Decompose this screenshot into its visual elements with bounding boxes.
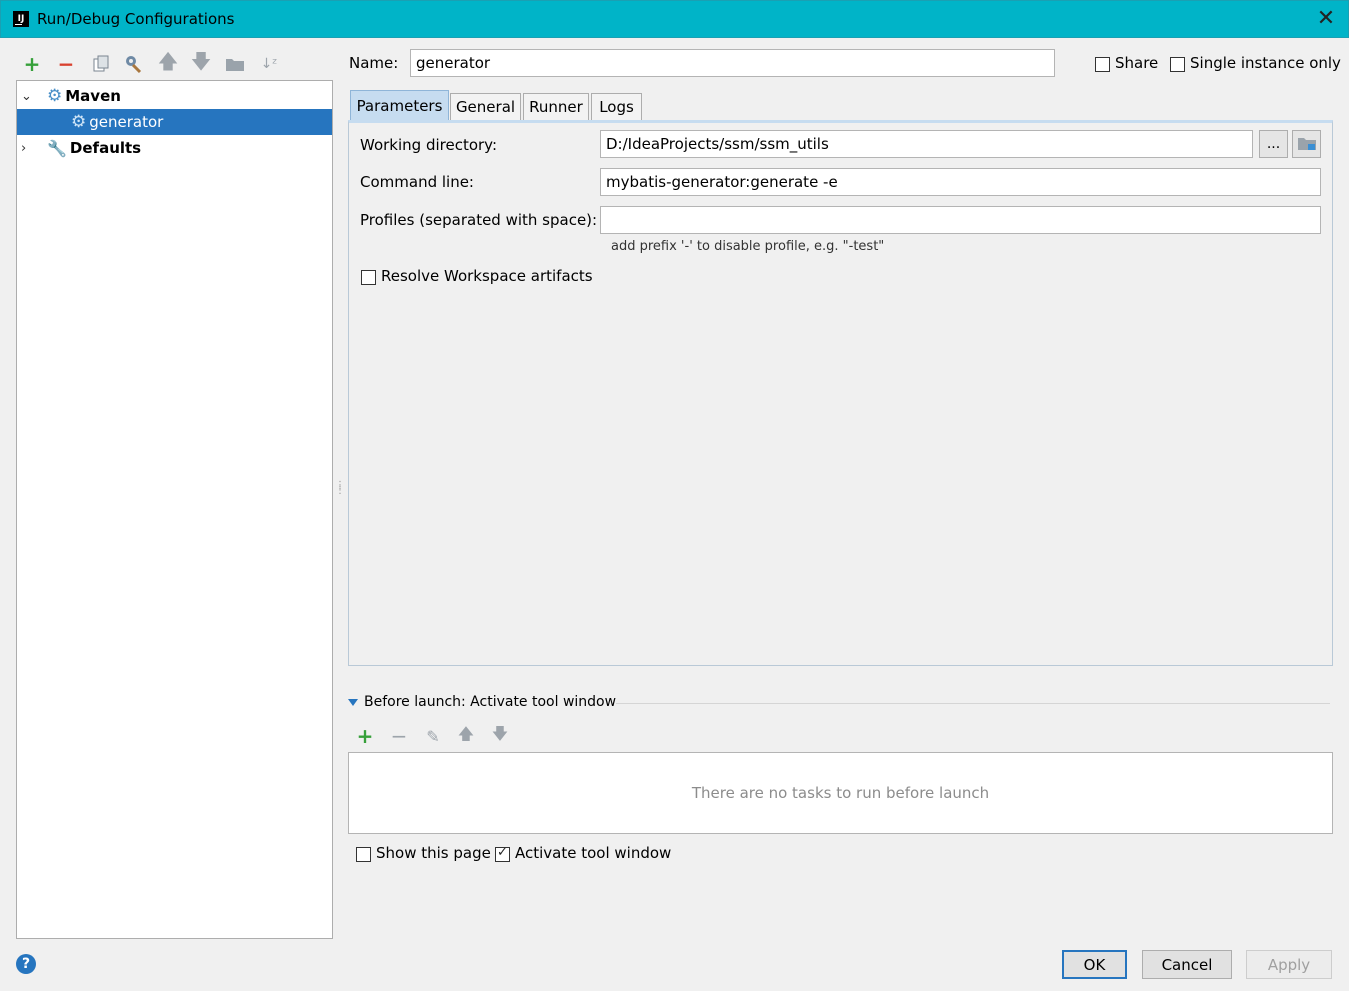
tab-general[interactable]: General: [450, 93, 521, 120]
command-line-label: Command line:: [360, 173, 474, 191]
name-label: Name:: [349, 54, 399, 72]
tree-item-generator[interactable]: ⚙ generator: [17, 109, 332, 135]
tree-item-maven[interactable]: ⌄ ⚙ Maven: [17, 83, 332, 109]
command-line-input[interactable]: mybatis-generator:generate -e: [600, 168, 1321, 196]
share-label[interactable]: Share: [1115, 54, 1158, 72]
apply-button[interactable]: Apply: [1246, 950, 1332, 979]
browse-button[interactable]: ...: [1259, 130, 1288, 158]
show-page-checkbox[interactable]: [356, 847, 371, 862]
resolve-workspace-label[interactable]: Resolve Workspace artifacts: [381, 267, 593, 285]
maven-gear-icon: ⚙: [47, 86, 63, 106]
collapse-triangle-icon[interactable]: [348, 698, 358, 706]
close-icon[interactable]: ✕: [1314, 7, 1338, 31]
tree-item-defaults[interactable]: › 🔧 Defaults: [17, 135, 332, 161]
edit-task-icon[interactable]: ✎: [422, 724, 444, 748]
module-directory-button[interactable]: [1292, 130, 1321, 158]
tab-runner[interactable]: Runner: [523, 93, 589, 120]
working-directory-input[interactable]: D:/IdeaProjects/ssm/ssm_utils: [600, 130, 1253, 158]
copy-icon[interactable]: [89, 52, 113, 76]
activate-tool-window-checkbox[interactable]: [495, 845, 510, 862]
remove-icon[interactable]: −: [54, 52, 78, 76]
folder-icon[interactable]: [223, 52, 247, 76]
tab-logs[interactable]: Logs: [591, 93, 642, 120]
before-launch-task-list[interactable]: There are no tasks to run before launch: [348, 752, 1333, 834]
profiles-label: Profiles (separated with space):: [360, 211, 598, 229]
move-down-icon[interactable]: 🡇: [189, 49, 213, 76]
splitter-handle[interactable]: ⋮ ⋮: [335, 481, 345, 503]
show-page-label[interactable]: Show this page: [376, 844, 491, 862]
gear-icon: ⚙: [71, 112, 87, 132]
activate-tool-window-label[interactable]: Activate tool window: [515, 844, 671, 862]
folder-module-icon: [1297, 138, 1316, 150]
empty-tasks-text: There are no tasks to run before launch: [691, 784, 990, 802]
tree-item-label: generator: [89, 113, 164, 131]
window-title: Run/Debug Configurations: [37, 10, 235, 28]
edit-defaults-icon[interactable]: [122, 52, 146, 76]
name-input[interactable]: generator: [410, 49, 1055, 77]
before-launch-header[interactable]: Before launch: Activate tool window: [348, 694, 616, 710]
help-icon[interactable]: ?: [16, 954, 36, 974]
tree-item-label: Maven: [65, 87, 121, 105]
configuration-tree[interactable]: ⌄ ⚙ Maven ⚙ generator › 🔧 Defaults: [16, 80, 333, 939]
working-directory-label: Working directory:: [360, 136, 498, 154]
add-icon[interactable]: +: [20, 52, 44, 76]
move-task-up-icon[interactable]: 🡅: [455, 724, 477, 748]
parameters-panel: [348, 120, 1333, 666]
divider: [616, 703, 1330, 704]
single-instance-checkbox[interactable]: [1170, 57, 1185, 72]
share-checkbox[interactable]: [1095, 57, 1110, 72]
cancel-button[interactable]: Cancel: [1142, 950, 1232, 979]
chevron-down-icon[interactable]: ⌄: [21, 89, 33, 104]
wrench-icon: 🔧: [47, 138, 67, 158]
profiles-input[interactable]: [600, 206, 1321, 234]
tree-item-label: Defaults: [69, 139, 142, 157]
ok-button[interactable]: OK: [1062, 950, 1127, 979]
move-task-down-icon[interactable]: 🡇: [489, 724, 511, 748]
before-launch-title: Before launch: Activate tool window: [364, 694, 617, 710]
profiles-hint: add prefix '-' to disable profile, e.g. …: [611, 239, 885, 254]
single-instance-label[interactable]: Single instance only: [1190, 54, 1341, 72]
resolve-workspace-checkbox[interactable]: [361, 270, 376, 285]
chevron-right-icon[interactable]: ›: [21, 141, 33, 156]
intellij-app-icon: IJ: [13, 11, 29, 27]
title-bar: IJ Run/Debug Configurations ✕: [0, 0, 1349, 38]
add-task-icon[interactable]: +: [354, 724, 376, 748]
remove-task-icon[interactable]: −: [388, 724, 410, 748]
tab-parameters[interactable]: Parameters: [350, 90, 449, 120]
sort-icon[interactable]: ↓ᶻ: [257, 52, 281, 76]
move-up-icon[interactable]: 🡅: [156, 49, 180, 76]
